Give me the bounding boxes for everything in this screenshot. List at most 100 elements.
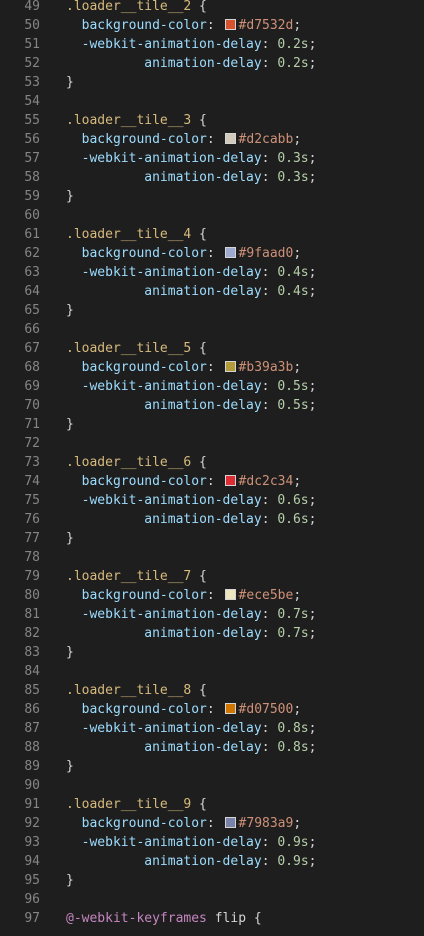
code-line[interactable]: 86 background-color: #d07500;	[0, 700, 424, 719]
code-line[interactable]: 62 background-color: #9faad0;	[0, 244, 424, 263]
code-line[interactable]: 67 .loader__tile__5 {	[0, 339, 424, 358]
code-line[interactable]: 90	[0, 776, 424, 795]
code-line[interactable]: 91 .loader__tile__9 {	[0, 795, 424, 814]
code-line[interactable]: 54	[0, 92, 424, 111]
line-number: 65	[24, 303, 40, 318]
line-number: 83	[24, 645, 40, 660]
code-text: .loader__tile__5 {	[66, 341, 207, 356]
code-line[interactable]: 80 background-color: #ece5be;	[0, 586, 424, 605]
code-line[interactable]: 89}	[0, 757, 424, 776]
code-line[interactable]: 68 background-color: #b39a3b;	[0, 358, 424, 377]
code-line[interactable]: 83}	[0, 643, 424, 662]
code-text: }	[66, 417, 74, 432]
line-number: 49	[24, 0, 40, 14]
code-line[interactable]: 56 background-color: #d2cabb;	[0, 130, 424, 149]
code-line[interactable]: 71}	[0, 415, 424, 434]
code-line[interactable]: 92 background-color: #7983a9;	[0, 814, 424, 833]
delay-value: 0.3s	[277, 170, 309, 185]
color-swatch-icon[interactable]	[224, 703, 236, 714]
code-line[interactable]: 53}	[0, 73, 424, 92]
code-line[interactable]: 85 .loader__tile__8 {	[0, 681, 424, 700]
color-swatch-icon[interactable]	[224, 19, 236, 30]
code-line[interactable]: 76 animation-delay: 0.6s;	[0, 510, 424, 529]
code-text: }	[66, 75, 74, 90]
code-line[interactable]: 82 animation-delay: 0.7s;	[0, 624, 424, 643]
line-number: 80	[24, 588, 40, 603]
line-number: 89	[24, 759, 40, 774]
code-text: }	[66, 873, 74, 888]
code-line[interactable]: 66	[0, 320, 424, 339]
code-text: .loader__tile__4 {	[66, 227, 207, 242]
code-text: @-webkit-keyframes flip {	[66, 911, 262, 926]
code-line[interactable]: 94 animation-delay: 0.9s;	[0, 852, 424, 871]
line-number: 73	[24, 455, 40, 470]
code-line[interactable]: 87 -webkit-animation-delay: 0.8s;	[0, 719, 424, 738]
code-line[interactable]: 49 .loader__tile__2 {	[0, 0, 424, 16]
code-line[interactable]: 51 -webkit-animation-delay: 0.2s;	[0, 35, 424, 54]
line-number: 64	[24, 284, 40, 299]
line-number: 84	[24, 664, 40, 679]
code-editor[interactable]: 49 .loader__tile__2 {50 background-color:…	[0, 0, 424, 928]
code-line[interactable]: 97 @-webkit-keyframes flip {	[0, 909, 424, 928]
code-text: -webkit-animation-delay: 0.6s;	[81, 493, 317, 508]
code-line[interactable]: 64 animation-delay: 0.4s;	[0, 282, 424, 301]
css-selector: .loader__tile__7	[66, 569, 192, 584]
css-selector: .loader__tile__8	[66, 683, 192, 698]
delay-value: 0.9s	[277, 854, 309, 869]
color-swatch-icon[interactable]	[224, 247, 236, 258]
code-line[interactable]: 93 -webkit-animation-delay: 0.9s;	[0, 833, 424, 852]
code-line[interactable]: 70 animation-delay: 0.5s;	[0, 396, 424, 415]
code-text: background-color: #9faad0;	[81, 246, 302, 261]
code-text: .loader__tile__8 {	[66, 683, 207, 698]
color-swatch-icon[interactable]	[224, 475, 236, 486]
delay-value: 0.8s	[277, 721, 309, 736]
code-line[interactable]: 73 .loader__tile__6 {	[0, 453, 424, 472]
code-line[interactable]: 88 animation-delay: 0.8s;	[0, 738, 424, 757]
color-swatch-icon[interactable]	[224, 817, 236, 828]
code-line[interactable]: 95}	[0, 871, 424, 890]
line-number: 61	[24, 227, 40, 242]
line-number: 70	[24, 398, 40, 413]
code-line[interactable]: 65}	[0, 301, 424, 320]
code-line[interactable]: 63 -webkit-animation-delay: 0.4s;	[0, 263, 424, 282]
code-line[interactable]: 74 background-color: #dc2c34;	[0, 472, 424, 491]
code-line[interactable]: 96	[0, 890, 424, 909]
delay-value: 0.5s	[277, 379, 309, 394]
code-line[interactable]: 61 .loader__tile__4 {	[0, 225, 424, 244]
code-line[interactable]: 52 animation-delay: 0.2s;	[0, 54, 424, 73]
code-line[interactable]: 79 .loader__tile__7 {	[0, 567, 424, 586]
color-swatch-icon[interactable]	[224, 589, 236, 600]
code-text: background-color: #d2cabb;	[81, 132, 302, 147]
delay-value: 0.3s	[277, 151, 309, 166]
code-text: .loader__tile__6 {	[66, 455, 207, 470]
delay-value: 0.2s	[277, 37, 309, 52]
line-number: 78	[24, 550, 40, 565]
code-line[interactable]: 72	[0, 434, 424, 453]
delay-value: 0.6s	[277, 512, 309, 527]
color-value: #ece5be	[238, 588, 294, 603]
line-number: 59	[24, 189, 40, 204]
line-number: 52	[24, 56, 40, 71]
code-line[interactable]: 69 -webkit-animation-delay: 0.5s;	[0, 377, 424, 396]
code-line[interactable]: 78	[0, 548, 424, 567]
code-line[interactable]: 81 -webkit-animation-delay: 0.7s;	[0, 605, 424, 624]
line-number: 94	[24, 854, 40, 869]
code-text: animation-delay: 0.5s;	[144, 398, 317, 413]
code-line[interactable]: 59}	[0, 187, 424, 206]
line-number: 51	[24, 37, 40, 52]
code-line[interactable]: 75 -webkit-animation-delay: 0.6s;	[0, 491, 424, 510]
code-line[interactable]: 50 background-color: #d7532d;	[0, 16, 424, 35]
code-line[interactable]: 60	[0, 206, 424, 225]
code-text: animation-delay: 0.8s;	[144, 740, 317, 755]
line-number: 91	[24, 797, 40, 812]
code-line[interactable]: 77}	[0, 529, 424, 548]
code-line[interactable]: 84	[0, 662, 424, 681]
line-number: 69	[24, 379, 40, 394]
code-line[interactable]: 55 .loader__tile__3 {	[0, 111, 424, 130]
color-swatch-icon[interactable]	[224, 133, 236, 144]
color-swatch-icon[interactable]	[224, 361, 236, 372]
code-text: background-color: #d07500;	[81, 702, 302, 717]
code-text: animation-delay: 0.4s;	[144, 284, 317, 299]
code-line[interactable]: 57 -webkit-animation-delay: 0.3s;	[0, 149, 424, 168]
code-line[interactable]: 58 animation-delay: 0.3s;	[0, 168, 424, 187]
